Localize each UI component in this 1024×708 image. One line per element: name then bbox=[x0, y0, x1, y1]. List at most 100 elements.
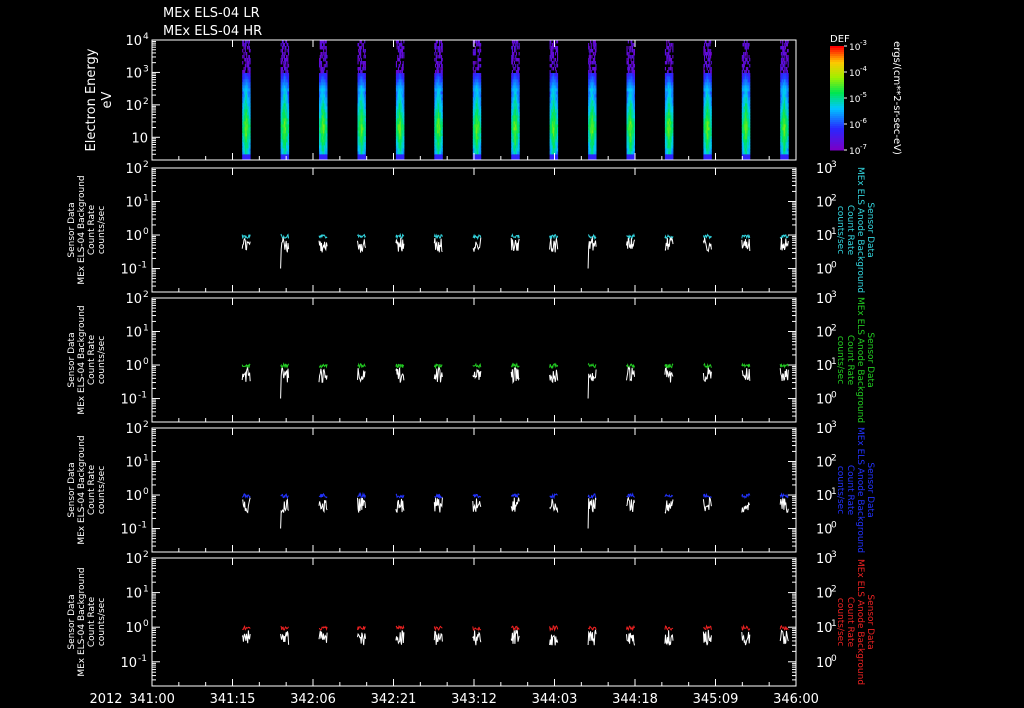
heatmap-cell bbox=[441, 79, 443, 83]
heatmap-cell bbox=[323, 55, 325, 59]
heatmap-cell bbox=[249, 100, 251, 104]
heatmap-cell bbox=[435, 70, 437, 74]
heatmap-cell bbox=[288, 109, 290, 113]
heatmap-cell bbox=[590, 55, 592, 59]
heatmap-cell bbox=[288, 76, 290, 80]
heatmap-cell bbox=[518, 88, 520, 92]
heatmap-cell bbox=[518, 151, 520, 155]
heatmap-cell bbox=[630, 49, 632, 53]
heatmap-cell bbox=[667, 58, 669, 62]
heatmap-cell bbox=[441, 130, 443, 134]
heatmap-cell bbox=[437, 49, 439, 53]
heatmap-cell bbox=[246, 55, 248, 59]
heatmap-cell bbox=[633, 88, 635, 92]
heatmap-cell bbox=[403, 40, 405, 44]
heatmap-cell bbox=[249, 106, 251, 110]
heatmap-cell bbox=[326, 103, 328, 107]
heatmap-cell bbox=[243, 46, 245, 50]
heatmap-cell bbox=[280, 49, 282, 53]
heatmap-cell bbox=[627, 64, 629, 68]
heatmap-cell bbox=[672, 46, 674, 50]
heatmap-cell bbox=[557, 118, 559, 122]
heatmap-cell bbox=[511, 61, 513, 65]
heatmap-cell bbox=[480, 73, 482, 77]
heatmap-cell bbox=[438, 67, 440, 71]
heatmap-cell bbox=[553, 61, 555, 65]
heatmap-cell bbox=[550, 40, 552, 44]
heatmap-cell bbox=[480, 64, 482, 68]
heatmap-cell bbox=[325, 40, 327, 44]
heatmap-cell bbox=[326, 118, 328, 122]
heatmap-cell bbox=[518, 97, 520, 101]
heatmap-cell bbox=[248, 61, 250, 65]
heatmap-cell bbox=[364, 61, 366, 65]
heatmap-cell bbox=[284, 52, 286, 56]
heatmap-cell bbox=[326, 70, 328, 74]
heatmap-cell bbox=[441, 49, 443, 53]
heatmap-cell bbox=[518, 109, 520, 113]
heatmap-cell bbox=[249, 58, 251, 62]
heatmap-cell bbox=[515, 64, 517, 68]
heatmap-cell bbox=[364, 103, 366, 107]
heatmap-cell bbox=[403, 109, 405, 113]
heatmap-cell bbox=[285, 67, 287, 71]
heatmap-cell bbox=[434, 52, 436, 56]
heatmap-cell bbox=[595, 145, 597, 149]
heatmap-cell bbox=[475, 61, 477, 65]
heatmap-cell bbox=[557, 148, 559, 152]
heatmap-cell bbox=[287, 70, 289, 74]
spectrogram-pass bbox=[664, 40, 674, 160]
heatmap-cell bbox=[480, 124, 482, 128]
heatmap-cell bbox=[322, 52, 324, 56]
heatmap-cell bbox=[518, 58, 520, 62]
heatmap-cell bbox=[246, 46, 248, 50]
heatmap-cell bbox=[518, 148, 520, 152]
heatmap-cell bbox=[248, 55, 250, 59]
heatmap-cell bbox=[288, 118, 290, 122]
spectrogram-pass bbox=[434, 40, 443, 160]
title-line-2: MEx ELS-04 HR bbox=[163, 24, 262, 39]
heatmap-cell bbox=[286, 49, 288, 53]
heatmap-cell bbox=[672, 151, 674, 155]
heatmap-cell bbox=[518, 46, 520, 50]
heatmap-cell bbox=[557, 73, 559, 77]
heatmap-cell bbox=[249, 136, 251, 140]
heatmap-cell bbox=[249, 130, 251, 134]
heatmap-cell bbox=[595, 112, 597, 116]
heatmap-cell bbox=[441, 61, 443, 65]
heatmap-cell bbox=[670, 64, 672, 68]
heatmap-cell bbox=[478, 64, 480, 68]
heatmap-cell bbox=[557, 139, 559, 143]
heatmap-cell bbox=[326, 148, 328, 152]
heatmap-cell bbox=[517, 46, 519, 50]
heatmap-cell bbox=[403, 154, 405, 158]
heatmap-cell bbox=[633, 91, 635, 95]
heatmap-cell bbox=[364, 73, 366, 77]
heatmap-cell bbox=[326, 97, 328, 101]
heatmap-cell bbox=[326, 91, 328, 95]
heatmap-cell bbox=[360, 46, 362, 50]
heatmap-cell bbox=[249, 103, 251, 107]
heatmap-cell bbox=[518, 106, 520, 110]
heatmap-cell bbox=[326, 88, 328, 92]
heatmap-cell bbox=[668, 40, 670, 44]
heatmap-cell bbox=[287, 43, 289, 47]
heatmap-cell bbox=[557, 151, 559, 155]
heatmap-cell bbox=[246, 40, 248, 44]
heatmap-cell bbox=[326, 145, 328, 149]
heatmap-cell bbox=[323, 70, 325, 74]
heatmap-cell bbox=[672, 142, 674, 146]
heatmap-cell bbox=[633, 76, 635, 80]
heatmap-cell bbox=[326, 154, 328, 158]
heatmap-cell bbox=[288, 103, 290, 107]
heatmap-cell bbox=[322, 46, 324, 50]
heatmap-cell bbox=[480, 139, 482, 143]
heatmap-cell bbox=[403, 94, 405, 98]
heatmap-cell bbox=[480, 154, 482, 158]
heatmap-cell bbox=[360, 64, 362, 68]
heatmap-cell bbox=[512, 64, 514, 68]
heatmap-cell bbox=[668, 52, 670, 56]
heatmap-cell bbox=[441, 91, 443, 95]
heatmap-cell bbox=[557, 79, 559, 83]
heatmap-cell bbox=[400, 70, 402, 74]
